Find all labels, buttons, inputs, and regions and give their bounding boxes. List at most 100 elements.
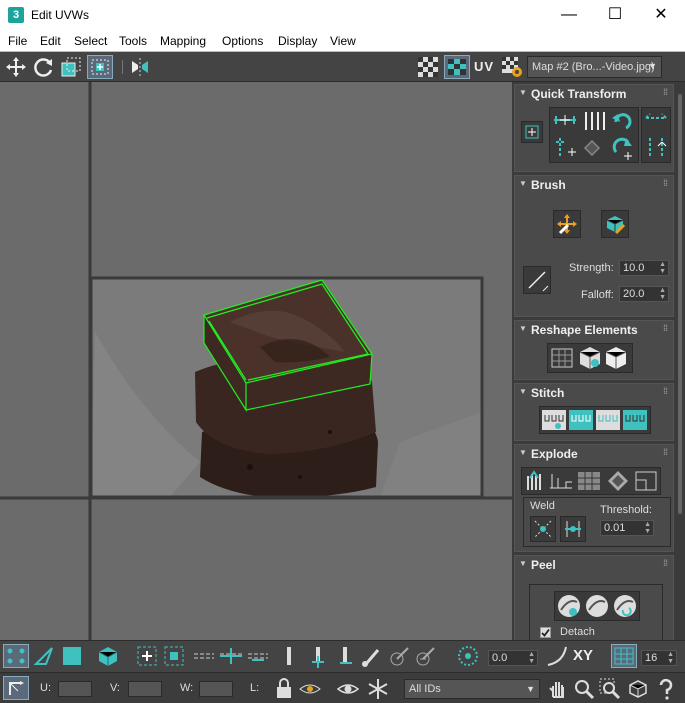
u-field[interactable]: [58, 681, 92, 697]
reshape-buttons[interactable]: [547, 343, 633, 373]
paint-select-button[interactable]: [360, 644, 384, 668]
angle-spinner[interactable]: 0.0 ▲ ▼: [488, 650, 538, 666]
show-map-button[interactable]: [444, 55, 470, 79]
ring-minus-button[interactable]: [334, 644, 358, 668]
uv-editor-viewport[interactable]: [0, 82, 512, 640]
menu-view[interactable]: View: [330, 34, 356, 48]
menu-options[interactable]: Options: [222, 34, 263, 48]
map-dropdown-value: Map #2 (Bro...-Video.jpg): [532, 61, 655, 73]
strength-spinner[interactable]: 10.0 ▲ ▼: [619, 260, 669, 276]
rollout-stitch: ▼ Stitch ⁞⁞: [514, 383, 674, 441]
rollout-brush: ▼ Brush ⁞⁞ Strength: 10.0 ▲ ▼ Falloff: 20.…: [514, 175, 674, 317]
falloff-spinner[interactable]: 20.0 ▲ ▼: [619, 286, 669, 302]
rollout-title: Explode: [531, 447, 578, 461]
pan-button[interactable]: [546, 677, 570, 701]
weld-selected-button[interactable]: [530, 516, 556, 542]
scrollbar-thumb[interactable]: [678, 94, 682, 514]
menu-file[interactable]: File: [8, 34, 27, 48]
explode-buttons[interactable]: [521, 467, 661, 495]
transform-type-icon: [9, 681, 24, 695]
falloff-curve-type-button[interactable]: [545, 644, 569, 668]
hide-button[interactable]: [298, 677, 324, 701]
ids-dropdown[interactable]: All IDs ▼: [404, 679, 540, 699]
mirror-icon: [132, 58, 148, 76]
close-button[interactable]: ✕: [638, 0, 684, 30]
relax-brush-button[interactable]: [601, 210, 629, 238]
element-mode-button[interactable]: [96, 644, 122, 668]
paint-shrink-icon: [416, 647, 435, 666]
absolute-offset-button[interactable]: [3, 676, 29, 700]
zoom-region-button[interactable]: [598, 677, 622, 701]
w-field[interactable]: [199, 681, 233, 697]
detach-checkbox[interactable]: [540, 627, 551, 638]
paint-grow-button[interactable]: [388, 644, 412, 668]
snap-grid-button[interactable]: [611, 644, 637, 668]
explode-icons: [527, 470, 657, 491]
mirror-tool-button[interactable]: [128, 55, 152, 79]
scale-tool-button[interactable]: [59, 55, 83, 79]
vertex-mode-button[interactable]: [3, 644, 29, 668]
chevron-down-icon: ▼: [526, 684, 535, 694]
menu-select[interactable]: Select: [74, 34, 107, 48]
loop-ring-buttons[interactable]: [192, 644, 270, 668]
rollout-peel: ▼ Peel ⁞⁞ Detach: [514, 555, 674, 640]
menu-tools[interactable]: Tools: [119, 34, 147, 48]
grip-icon: ⁞⁞: [663, 178, 668, 188]
qt-space-group[interactable]: [641, 107, 671, 163]
title-bar: 3 Edit UVWs — ☐ ✕: [0, 0, 685, 30]
uv-canvas[interactable]: [0, 82, 512, 640]
rotate-icon: [34, 58, 53, 77]
move-tool-button[interactable]: [4, 55, 28, 79]
peel-buttons[interactable]: [554, 591, 640, 621]
settings-button[interactable]: [500, 55, 526, 79]
grid-size-spinner[interactable]: 16 ▲ ▼: [641, 650, 677, 666]
rollout-header-quick-transform[interactable]: ▼ Quick Transform ⁞⁞: [515, 85, 673, 103]
rollout-header-peel[interactable]: ▼ Peel ⁞⁞: [515, 556, 673, 574]
paint-shrink-button[interactable]: [414, 644, 438, 668]
menu-edit[interactable]: Edit: [40, 34, 61, 48]
panel-scrollbar[interactable]: [675, 82, 685, 640]
menu-mapping[interactable]: Mapping: [160, 34, 206, 48]
rollout-header-stitch[interactable]: ▼ Stitch ⁞⁞: [515, 384, 673, 402]
edge-mode-button[interactable]: [32, 644, 56, 668]
xy-space-button[interactable]: XY: [573, 644, 599, 668]
show-button[interactable]: [336, 677, 362, 701]
freeform-tool-button[interactable]: [87, 55, 113, 79]
peel-icons: [558, 595, 636, 617]
help-button[interactable]: [654, 677, 678, 701]
maximize-button[interactable]: ☐: [592, 0, 638, 30]
rotate-tool-button[interactable]: [32, 55, 56, 79]
zoom-button[interactable]: [572, 677, 596, 701]
stitch-buttons[interactable]: [539, 406, 651, 434]
checker-pattern-button[interactable]: [416, 55, 442, 79]
qt-center-button[interactable]: [521, 121, 543, 143]
menu-display[interactable]: Display: [278, 34, 317, 48]
soft-selection-button[interactable]: [456, 644, 482, 668]
minimize-button[interactable]: —: [546, 0, 592, 30]
shrink-selection-button[interactable]: [162, 644, 186, 668]
freeze-button[interactable]: [366, 677, 392, 701]
paint-move-button[interactable]: [553, 210, 581, 238]
zoom-extents-button[interactable]: [626, 677, 650, 701]
rollout-header-explode[interactable]: ▼ Explode ⁞⁞: [515, 445, 673, 463]
lock-selection-button[interactable]: [273, 677, 295, 701]
rollout-title: Reshape Elements: [531, 323, 638, 337]
eye-icon: [336, 684, 360, 694]
spinner-arrows-icon: ▲ ▼: [667, 651, 674, 665]
spinner-arrows-icon: ▲ ▼: [659, 261, 666, 275]
rollout-header-brush[interactable]: ▼ Brush ⁞⁞: [515, 176, 673, 194]
threshold-spinner[interactable]: 0.01 ▲ ▼: [600, 520, 654, 536]
align-icons[interactable]: [550, 108, 638, 162]
uv-toggle-button[interactable]: UV: [474, 55, 498, 79]
map-dropdown[interactable]: Map #2 (Bro...-Video.jpg) ▼: [527, 56, 662, 78]
v-field[interactable]: [128, 681, 162, 697]
strength-label: Strength:: [569, 262, 614, 274]
weld-target-button[interactable]: [560, 516, 586, 542]
peel-group: Detach: [529, 584, 663, 640]
rollout-header-reshape[interactable]: ▼ Reshape Elements ⁞⁞: [515, 321, 673, 339]
face-mode-button[interactable]: [60, 644, 84, 668]
falloff-curve-button[interactable]: [523, 266, 551, 294]
ring-plus-button[interactable]: [306, 644, 330, 668]
grow-selection-button[interactable]: [135, 644, 159, 668]
pin-button[interactable]: [282, 644, 296, 668]
